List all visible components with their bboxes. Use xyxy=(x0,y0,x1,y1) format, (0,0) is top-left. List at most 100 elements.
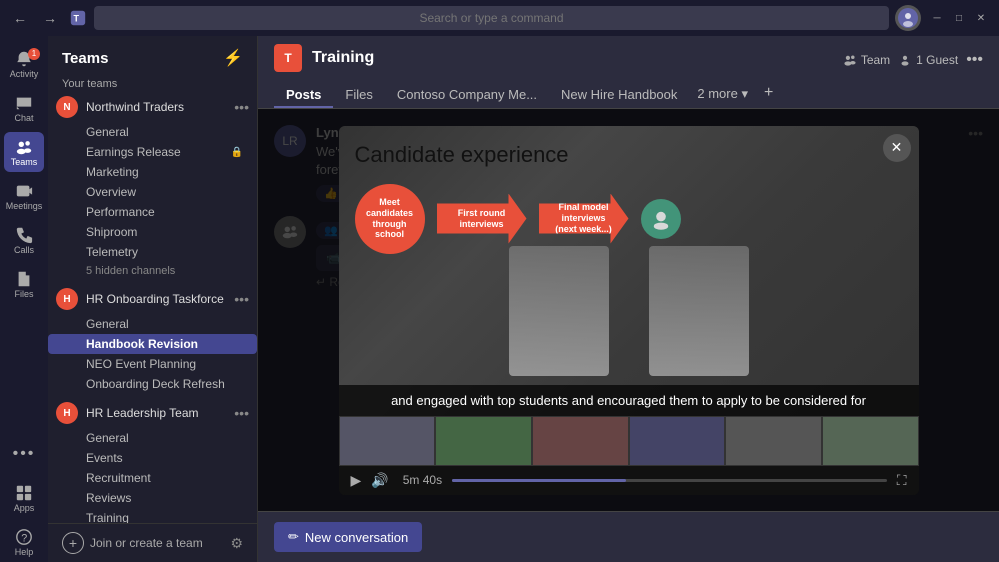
sidebar-item-more[interactable]: ••• xyxy=(4,434,44,474)
thumbnail-1[interactable] xyxy=(339,416,436,466)
channel-neo-event[interactable]: NEO Event Planning xyxy=(48,354,257,374)
channel-events[interactable]: Events xyxy=(48,448,257,468)
new-conversation-button[interactable]: ✏ New conversation xyxy=(274,522,422,552)
channel-telemetry[interactable]: Telemetry xyxy=(48,242,257,262)
northwind-icon: N xyxy=(56,96,78,118)
activity-badge: 1 xyxy=(28,48,40,60)
join-create-team[interactable]: + Join or create a team ⚙ xyxy=(48,523,257,562)
top-bar: ← → T ─ □ ✕ xyxy=(0,0,999,36)
user-avatar[interactable] xyxy=(895,5,921,31)
team-group-hr-leadership: H HR Leadership Team ••• General Events … xyxy=(48,398,257,523)
shape-meet-candidates: Meet candidates through school xyxy=(355,184,425,254)
hr-onboarding-name: HR Onboarding Taskforce xyxy=(86,292,226,306)
northwind-more[interactable]: ••• xyxy=(234,99,249,115)
feed-area: LR Lynne Robbins 4/7 3:39 PM We've got s… xyxy=(258,109,999,511)
hidden-channels-northwind[interactable]: 5 hidden channels xyxy=(48,262,257,280)
sidebar-item-chat[interactable]: Chat xyxy=(4,88,44,128)
thumbnail-6[interactable] xyxy=(822,416,919,466)
files-label: Files xyxy=(14,290,33,299)
time-display: 5m 40s xyxy=(403,473,442,487)
search-input[interactable] xyxy=(94,6,889,30)
filter-icon[interactable]: ⚡ xyxy=(223,48,243,68)
candidate-experience-overlay: Candidate experience Meet candidates thr… xyxy=(355,142,903,254)
channel-title: Training xyxy=(312,49,374,67)
channel-recruitment[interactable]: Recruitment xyxy=(48,468,257,488)
team-hr-onboarding-header[interactable]: H HR Onboarding Taskforce ••• xyxy=(48,284,257,314)
app-icon: T xyxy=(68,8,88,28)
channel-header-right: Team 1 Guest ••• xyxy=(843,47,983,69)
volume-button[interactable]: 🔊 xyxy=(371,472,388,489)
help-label: Help xyxy=(15,548,34,557)
hr-leadership-more[interactable]: ••• xyxy=(234,405,249,421)
lightbox-main-frame: Candidate experience Meet candidates thr… xyxy=(339,126,919,416)
team-hr-leadership-header[interactable]: H HR Leadership Team ••• xyxy=(48,398,257,428)
channel-more-button[interactable]: ••• xyxy=(966,51,983,69)
sidebar-item-meetings[interactable]: Meetings xyxy=(4,176,44,216)
channel-shiproom[interactable]: Shiproom xyxy=(48,222,257,242)
sidebar-item-calls[interactable]: Calls xyxy=(4,220,44,260)
lightbox-thumbnails xyxy=(339,416,919,466)
channel-reviews[interactable]: Reviews xyxy=(48,488,257,508)
play-button[interactable]: ▶ xyxy=(351,472,362,489)
chat-label: Chat xyxy=(14,114,33,123)
sidebar-item-activity[interactable]: Activity 1 xyxy=(4,44,44,84)
channel-marketing[interactable]: Marketing xyxy=(48,162,257,182)
tab-posts[interactable]: Posts xyxy=(274,81,333,108)
channel-general-leadership[interactable]: General xyxy=(48,428,257,448)
channel-handbook-revision[interactable]: Handbook Revision xyxy=(48,334,257,354)
shape-final-round: Final model interviews (next week...) xyxy=(539,194,629,244)
video-people xyxy=(339,246,919,376)
sidebar-item-apps[interactable]: Apps xyxy=(4,478,44,518)
sidebar-item-teams[interactable]: Teams xyxy=(4,132,44,172)
tab-files[interactable]: Files xyxy=(333,81,384,108)
svg-text:?: ? xyxy=(21,532,27,544)
main-area: T Training Team 1 Guest ••• xyxy=(258,36,999,562)
channel-earnings[interactable]: Earnings Release 🔒 xyxy=(48,142,257,162)
join-create-icon: + xyxy=(62,532,84,554)
sidebar-item-help[interactable]: ? Help xyxy=(4,522,44,562)
maximize-button[interactable]: □ xyxy=(949,8,969,28)
team-info: Team xyxy=(843,53,890,67)
add-tab-button[interactable]: + xyxy=(756,78,781,108)
progress-bar[interactable] xyxy=(452,479,887,482)
channel-general-northwind[interactable]: General xyxy=(48,122,257,142)
tab-more[interactable]: 2 more ▾ xyxy=(689,80,756,108)
thumbnail-3[interactable] xyxy=(532,416,629,466)
channel-avatar: T xyxy=(274,44,302,72)
your-teams-label: Your teams xyxy=(48,72,257,92)
minimize-button[interactable]: ─ xyxy=(927,8,947,28)
lightbox-close-button[interactable]: ✕ xyxy=(883,134,911,162)
hr-leadership-name: HR Leadership Team xyxy=(86,406,226,420)
window-controls: ─ □ ✕ xyxy=(927,8,991,28)
tab-handbook[interactable]: New Hire Handbook xyxy=(549,81,689,108)
close-button[interactable]: ✕ xyxy=(971,8,991,28)
hr-onboarding-more[interactable]: ••• xyxy=(234,291,249,307)
hr-onboarding-icon: H xyxy=(56,288,78,310)
person-2 xyxy=(649,246,749,376)
forward-button[interactable]: → xyxy=(38,6,62,30)
join-create-settings[interactable]: ⚙ xyxy=(230,535,243,552)
thumbnail-2[interactable] xyxy=(435,416,532,466)
activity-label: Activity xyxy=(10,70,39,79)
channel-overview[interactable]: Overview xyxy=(48,182,257,202)
northwind-name: Northwind Traders xyxy=(86,100,226,114)
channel-onboarding-deck[interactable]: Onboarding Deck Refresh xyxy=(48,374,257,394)
back-button[interactable]: ← xyxy=(8,6,32,30)
lightbox: ✕ Candidate experience Meet candidates t… xyxy=(339,126,919,495)
fullscreen-button[interactable]: ⛶ xyxy=(897,472,907,489)
candidate-experience-title: Candidate experience xyxy=(355,142,903,168)
channel-general-hr[interactable]: General xyxy=(48,314,257,334)
new-conversation-label: New conversation xyxy=(305,530,408,545)
thumbnail-4[interactable] xyxy=(629,416,726,466)
svg-text:T: T xyxy=(74,14,80,24)
channel-training[interactable]: Training xyxy=(48,508,257,523)
thumbnail-5[interactable] xyxy=(725,416,822,466)
channel-performance[interactable]: Performance xyxy=(48,202,257,222)
shape-first-round: First round interviews xyxy=(437,194,527,244)
calls-label: Calls xyxy=(14,246,34,255)
tab-contoso[interactable]: Contoso Company Me... xyxy=(385,81,549,108)
team-northwind-header[interactable]: N Northwind Traders ••• xyxy=(48,92,257,122)
sidebar: Activity 1 Chat Teams Meetings Calls xyxy=(0,36,48,562)
sidebar-item-files[interactable]: Files xyxy=(4,264,44,304)
team-group-northwind: N Northwind Traders ••• General Earnings… xyxy=(48,92,257,280)
